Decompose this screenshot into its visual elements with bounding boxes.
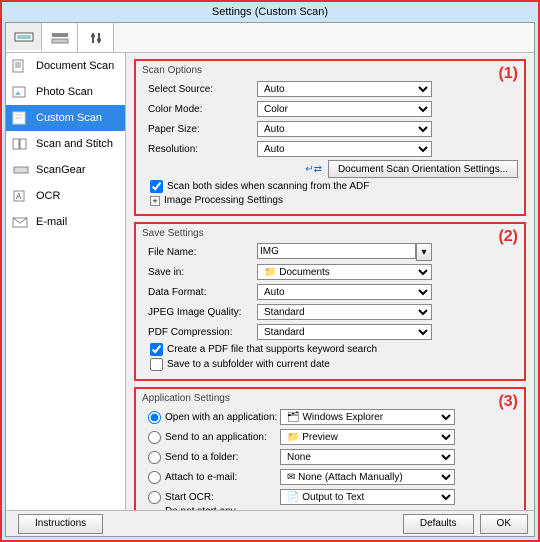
- file-name-input[interactable]: [257, 243, 416, 259]
- tab-source-scanner[interactable]: [6, 23, 42, 52]
- group-save-settings: Save Settings (2) File Name: ▾ Save in:📁 …: [134, 222, 526, 381]
- photo-scan-icon: [12, 85, 30, 99]
- attach-radio[interactable]: [148, 471, 161, 484]
- svg-text:A: A: [16, 192, 22, 201]
- custom-scan-icon: [12, 111, 30, 125]
- sidebar-item-label: Document Scan: [36, 60, 114, 72]
- group-title: Application Settings: [142, 393, 518, 404]
- keyword-pdf-label: Create a PDF file that supports keyword …: [167, 344, 377, 355]
- tab-source-platen[interactable]: [42, 23, 78, 52]
- document-scan-icon: [12, 59, 30, 73]
- scanner-icon: [14, 30, 34, 44]
- keyword-pdf-checkbox[interactable]: [150, 343, 163, 356]
- image-processing-expand[interactable]: +: [150, 196, 160, 206]
- color-mode-select[interactable]: Color: [257, 101, 432, 117]
- send-folder-label: Send to a folder:: [165, 452, 238, 463]
- scangear-icon: [12, 163, 30, 177]
- save-in-select[interactable]: 📁 Documents: [257, 264, 432, 280]
- send-folder-select[interactable]: None: [280, 449, 455, 465]
- defaults-button[interactable]: Defaults: [403, 514, 474, 534]
- callout-3: (3): [498, 393, 518, 411]
- sidebar-item-label: Photo Scan: [36, 86, 93, 98]
- group-app-settings: Application Settings (3) Open with an ap…: [134, 387, 526, 510]
- callout-2: (2): [498, 228, 518, 246]
- paper-size-label: Paper Size:: [142, 124, 257, 135]
- sidebar-item-scan-stitch[interactable]: Scan and Stitch: [6, 131, 125, 157]
- orientation-settings-button[interactable]: Document Scan Orientation Settings...: [328, 160, 518, 178]
- data-format-label: Data Format:: [142, 287, 257, 298]
- resolution-label: Resolution:: [142, 144, 257, 155]
- ocr-radio[interactable]: [148, 491, 161, 504]
- stitch-icon: [12, 137, 30, 151]
- open-app-select[interactable]: 🗂 Windows Explorer: [280, 409, 455, 425]
- data-format-select[interactable]: Auto: [257, 284, 432, 300]
- sidebar: Document Scan Photo Scan Custom Scan Sca…: [6, 53, 126, 510]
- image-processing-label: Image Processing Settings: [164, 195, 283, 206]
- window-title: Settings (Custom Scan): [2, 2, 538, 22]
- callout-1: (1): [498, 65, 518, 83]
- send-app-radio[interactable]: [148, 431, 161, 444]
- jpeg-quality-label: JPEG Image Quality:: [142, 307, 257, 318]
- attach-label: Attach to e-mail:: [165, 472, 237, 483]
- file-name-dropdown[interactable]: ▾: [416, 243, 432, 261]
- sidebar-item-label: Custom Scan: [36, 112, 102, 124]
- pdf-compression-select[interactable]: Standard: [257, 324, 432, 340]
- footer: Instructions Defaults OK: [6, 510, 534, 536]
- platen-icon: [50, 31, 70, 45]
- file-name-label: File Name:: [142, 247, 257, 258]
- sidebar-item-ocr[interactable]: A OCR: [6, 183, 125, 209]
- ocr-icon: A: [12, 189, 30, 203]
- ocr-label: Start OCR:: [165, 492, 214, 503]
- paper-size-select[interactable]: Auto: [257, 121, 432, 137]
- ok-button[interactable]: OK: [480, 514, 528, 534]
- sidebar-item-label: E-mail: [36, 216, 67, 228]
- sidebar-item-custom-scan[interactable]: Custom Scan: [6, 105, 125, 131]
- sidebar-item-document-scan[interactable]: Document Scan: [6, 53, 125, 79]
- instructions-button[interactable]: Instructions: [18, 514, 103, 534]
- save-in-label: Save in:: [142, 267, 257, 278]
- select-source-select[interactable]: Auto: [257, 81, 432, 97]
- resolution-select[interactable]: Auto: [257, 141, 432, 157]
- open-app-radio[interactable]: [148, 411, 161, 424]
- sidebar-item-label: OCR: [36, 190, 60, 202]
- sidebar-item-photo-scan[interactable]: Photo Scan: [6, 79, 125, 105]
- subfolder-checkbox[interactable]: [150, 358, 163, 371]
- both-sides-checkbox[interactable]: [150, 180, 163, 193]
- sidebar-item-scangear[interactable]: ScanGear: [6, 157, 125, 183]
- jpeg-quality-select[interactable]: Standard: [257, 304, 432, 320]
- attach-select[interactable]: ✉ None (Attach Manually): [280, 469, 455, 485]
- pdf-compression-label: PDF Compression:: [142, 327, 257, 338]
- none-label: Do not start any application: [165, 506, 280, 510]
- group-title: Save Settings: [142, 228, 518, 239]
- sidebar-item-label: ScanGear: [36, 164, 86, 176]
- sidebar-item-email[interactable]: E-mail: [6, 209, 125, 235]
- ocr-select[interactable]: 📄 Output to Text: [280, 489, 455, 505]
- select-source-label: Select Source:: [142, 84, 257, 95]
- tab-source-tools[interactable]: [78, 23, 114, 52]
- subfolder-label: Save to a subfolder with current date: [167, 359, 330, 370]
- group-scan-options: Scan Options (1) Select Source:Auto Colo…: [134, 59, 526, 216]
- rotate-arrows-icon: ↵⇄: [305, 164, 322, 175]
- top-tabs: [6, 23, 534, 53]
- color-mode-label: Color Mode:: [142, 104, 257, 115]
- open-app-label: Open with an application:: [165, 412, 277, 423]
- send-app-select[interactable]: 📁 Preview: [280, 429, 455, 445]
- group-title: Scan Options: [142, 65, 518, 76]
- tools-icon: [89, 31, 103, 45]
- email-icon: [12, 215, 30, 229]
- both-sides-label: Scan both sides when scanning from the A…: [167, 181, 369, 192]
- send-folder-radio[interactable]: [148, 451, 161, 464]
- send-app-label: Send to an application:: [165, 432, 267, 443]
- sidebar-item-label: Scan and Stitch: [36, 138, 113, 150]
